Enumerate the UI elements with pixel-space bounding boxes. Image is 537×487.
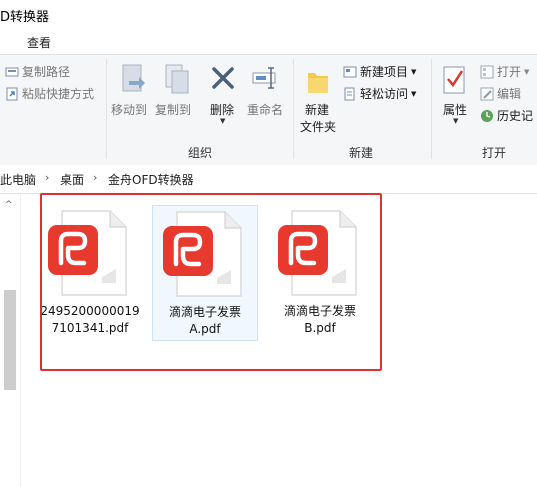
properties-dropdown-icon: ▼ [453,117,459,125]
breadcrumb-current-folder[interactable]: 金舟OFD转换器 [108,171,194,188]
title-bar: D转换器 [0,0,537,30]
easy-access-icon [343,87,357,101]
edit-icon [480,87,494,101]
chevron-right-icon[interactable]: › [93,171,97,184]
rename-icon [251,65,281,96]
delete-button[interactable]: 删除 ▼ [206,63,240,125]
breadcrumb-this-pc[interactable]: 此电脑 [0,171,36,188]
open-dropdown-icon: ▼ [524,67,530,76]
easy-access-button[interactable]: 轻松访问 ▼ [343,85,416,102]
move-to-button[interactable]: 移动到 [111,63,153,121]
tab-view[interactable]: 查看 [27,34,51,51]
new-item-button[interactable]: 新建项目 ▼ [343,63,416,80]
window-title: D转换器 [0,10,50,25]
group-label-organize: 组织 [188,146,213,160]
open-icon [480,65,494,79]
breadcrumb: 此电脑 › 桌面 › 金舟OFD转换器 [0,165,537,194]
highlight-box [40,193,382,371]
breadcrumb-desktop[interactable]: 桌面 [60,171,84,188]
new-folder-button[interactable]: 新建 文件夹 [298,63,338,134]
ribbon: 复制路径 粘贴快捷方式 移动到 复制到 删除 ▼ 重命名 组织 新建 文件夹 新… [0,54,537,166]
easy-access-dropdown-icon: ▼ [411,89,417,98]
properties-icon [442,65,468,98]
group-separator [293,59,294,159]
copy-path-icon [5,65,19,79]
ribbon-tab-row: 查看 [0,30,537,54]
open-button[interactable]: 打开 ▼ [480,63,529,80]
paste-shortcut-button[interactable]: 粘贴快捷方式 [5,85,94,102]
group-separator [431,59,432,159]
properties-button[interactable]: 属性 ▼ [437,63,473,133]
new-folder-icon [306,67,330,98]
navigation-pane: ^ [0,194,21,487]
delete-dropdown-icon: ▼ [220,117,226,125]
group-label-new: 新建 [349,146,374,160]
chevron-right-icon[interactable]: › [45,171,49,184]
history-icon [480,109,494,123]
move-to-icon [119,63,147,100]
new-item-dropdown-icon: ▼ [411,67,417,76]
history-button[interactable]: 历史记 [480,107,533,124]
group-label-open: 打开 [482,146,507,160]
copy-to-icon [163,63,191,100]
rename-button[interactable]: 重命名 [245,63,287,121]
edit-button[interactable]: 编辑 [480,85,521,102]
copy-path-button[interactable]: 复制路径 [5,63,70,80]
delete-icon [210,65,236,96]
scrollbar-thumb[interactable] [4,290,16,390]
scroll-up-icon[interactable]: ^ [5,200,13,210]
group-separator [106,59,107,159]
copy-to-button[interactable]: 复制到 [155,63,197,121]
paste-shortcut-icon [5,87,19,101]
new-item-icon [343,65,357,79]
